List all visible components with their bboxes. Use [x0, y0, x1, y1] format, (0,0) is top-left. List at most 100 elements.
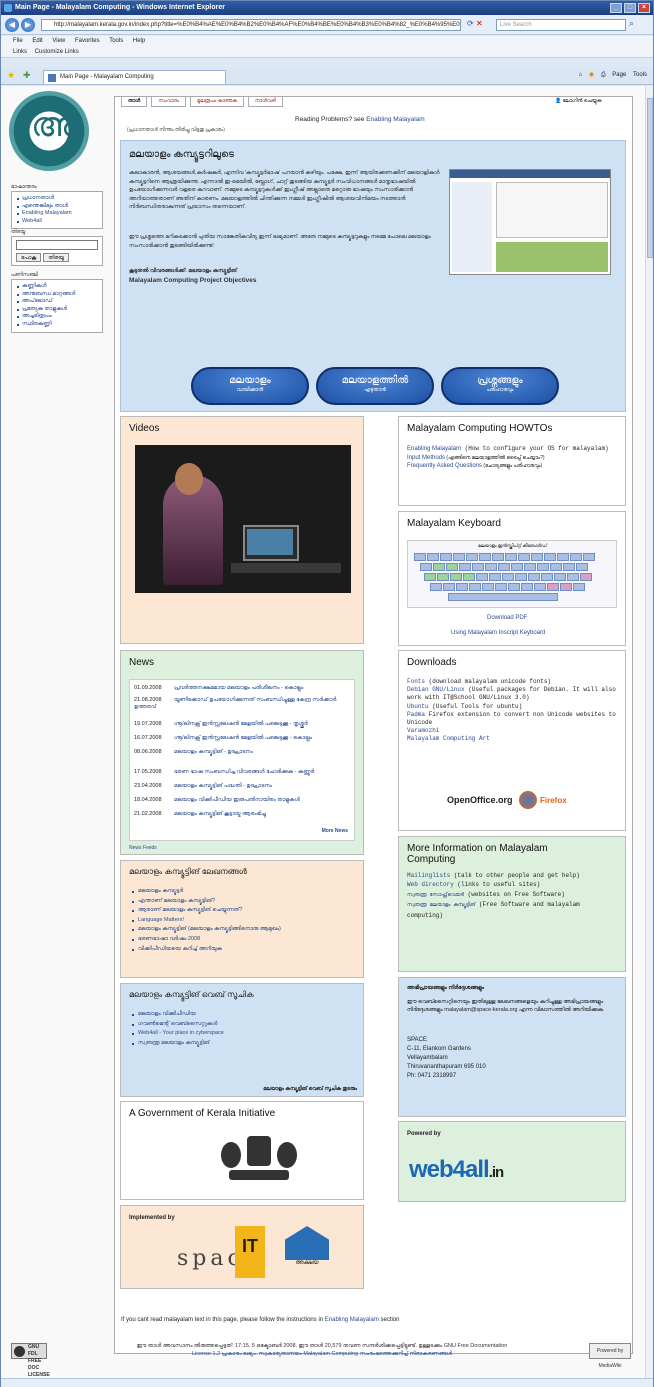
article-link[interactable]: ഭരണഭാഷാ വർഷം 2008 — [129, 935, 281, 945]
toolbox-item[interactable]: കണ്ണികൾ — [16, 283, 98, 291]
news-item[interactable]: 21.08.2008 യൂണിക്കോഡ് ഉപയോഗിക്കുന്നത് സംബ… — [134, 697, 348, 711]
menu-favorites[interactable]: Favorites — [75, 38, 100, 44]
minimize-button[interactable]: _ — [610, 3, 622, 13]
tools-menu[interactable]: Tools — [633, 72, 647, 78]
menu-tools[interactable]: Tools — [109, 38, 123, 44]
article-link[interactable]: മലയാളം കമ്പ്യൂട്ടിങ് (മലയാളം കമ്പ്യൂട്ടി… — [129, 925, 281, 935]
tab-discussion[interactable]: സംവാദം — [151, 97, 186, 107]
news-item[interactable]: 08.06.2008 മലയാളം കമ്പ്യൂട്ടിങ് - ഉദ്ഘാടന… — [134, 749, 348, 756]
bottom-enabling-link[interactable]: Enabling Malayalam — [325, 1317, 379, 1323]
fonts-link[interactable]: Fonts — [407, 678, 425, 685]
openoffice-logo[interactable]: OpenOffice.org — [447, 795, 513, 805]
search-button[interactable]: തിരയൂ — [43, 253, 70, 262]
tab-page[interactable]: താൾ — [121, 97, 148, 107]
kerala-it-logo[interactable]: IT — [235, 1226, 265, 1278]
add-favorite-icon[interactable]: ✚ — [23, 70, 31, 81]
search-icon[interactable]: ⌕ — [629, 18, 634, 29]
using-keyboard-link[interactable]: Using Malayalam Inscript Keyboard — [451, 630, 545, 636]
back-button[interactable]: ◀ — [5, 18, 19, 32]
site-logo[interactable]: അ — [9, 91, 89, 171]
computing-art-link[interactable]: Malayalam Computing Art — [407, 735, 490, 742]
padma-link[interactable]: Padma — [407, 711, 425, 718]
ubuntu-link[interactable]: Ubuntu — [407, 703, 429, 710]
sidebar-item-main-page[interactable]: പ്രധാനതാൾ — [16, 195, 98, 203]
close-button[interactable]: × — [638, 3, 650, 13]
howto-faq-link[interactable]: Frequently Asked Questions — [407, 463, 482, 469]
mailinglists-link[interactable]: Mailinglists — [407, 872, 450, 879]
maximize-button[interactable]: □ — [624, 3, 636, 13]
sidebar-item-enabling-malayalam[interactable]: Enabling Malayalam — [16, 210, 98, 218]
news-feeds-link[interactable]: News Feeds — [129, 845, 157, 851]
news-item[interactable]: 23.04.2008 മലയാളം കമ്പ്യൂട്ടിങ് പദ്ധതി - … — [134, 783, 348, 790]
read-malayalam-button[interactable]: മലയാളം വായിക്കാൻ — [191, 367, 309, 405]
download-pdf-link[interactable]: Download PDF — [487, 615, 527, 621]
scrollbar-thumb[interactable] — [647, 98, 653, 258]
webdir-link[interactable]: മലയാളം വിക്കിപീഡിയ — [129, 1010, 224, 1020]
feeds-icon[interactable]: ◉ — [589, 72, 594, 78]
government-title: A Government of Kerala Initiative — [129, 1108, 276, 1119]
gnu-fdl-badge[interactable]: GNU FDL FREE DOC LICENSE — [11, 1343, 50, 1378]
varamozhi-link[interactable]: Varamozhi — [407, 727, 439, 734]
article-link[interactable]: എന്താണ് മലയാളം കമ്പ്യൂട്ടിങ്? — [129, 897, 281, 907]
url-input[interactable]: http://malayalam.kerala.gov.in/index.php… — [41, 19, 461, 31]
print-icon[interactable]: ⎙ — [601, 72, 606, 78]
howto-enabling-link[interactable]: Enabling Malayalam — [407, 446, 461, 452]
refresh-stop-icons[interactable]: ⟳ ✕ — [467, 19, 483, 28]
webdir-link[interactable]: സ്വതന്ത്ര മലയാളം കമ്പ്യൂട്ടിങ് — [129, 1039, 224, 1049]
search-input[interactable]: Live Search — [496, 19, 626, 31]
webdir-link[interactable]: Web4all - Your place in cyberspace — [129, 1029, 224, 1039]
sidebar-item-random[interactable]: എന്തെങ്കിലും താൾ — [16, 203, 98, 211]
favorites-star-icon[interactable]: ★ — [7, 70, 15, 81]
firefox-logo[interactable]: Firefox — [540, 796, 567, 805]
free-software-link[interactable]: സ്വതന്ത്ര സോഫ്റ്റ്‌വെയർ — [407, 892, 464, 898]
write-malayalam-button[interactable]: മലയാളത്തിൽ എഴുതാൻ — [316, 367, 434, 405]
video-player[interactable] — [135, 445, 351, 593]
home-icon[interactable]: ⌂ — [579, 72, 583, 78]
news-title-text: മലയാളം കമ്പ്യൂട്ടിങ് - ഉദ്ഘാടനം — [174, 749, 253, 755]
tab-history[interactable]: നാൾവഴി — [247, 97, 283, 107]
article-link[interactable]: ആരാണ് മലയാളം കമ്പ്യൂട്ടിങ് ചെയ്യുന്നത്? — [129, 906, 281, 916]
news-item[interactable]: 19.07.2008 ഗ്നൂ/ലിനക്സ് ഇൻസ്റ്റലേഷൻ മേളയി… — [134, 721, 348, 728]
news-item[interactable]: 21.02.2008 മലയാളം കമ്പ്യൂട്ടിങ് കൂട്ടായ്മ… — [134, 811, 348, 818]
web-directory-link[interactable]: Web directory — [407, 881, 454, 888]
webdir-more[interactable]: മലയാളം കമ്പ്യൂട്ടിങ് വെബ് സൂചിക തുടരും — [263, 1086, 357, 1092]
menu-file[interactable]: File — [13, 38, 23, 44]
forward-button[interactable]: ▶ — [21, 18, 35, 32]
article-link[interactable]: Language Matters! — [129, 916, 281, 926]
project-objectives-link[interactable]: Malayalam Computing Project Objectives — [129, 277, 257, 286]
vertical-scrollbar[interactable] — [645, 86, 653, 1378]
problems-solutions-button[interactable]: പ്രശ്നങ്ങളും പരിഹാരവും — [441, 367, 559, 405]
howto-input-methods-link[interactable]: Input Methods — [407, 455, 445, 461]
customize-links[interactable]: Customize Links — [35, 49, 79, 55]
menu-edit[interactable]: Edit — [32, 38, 42, 44]
article-link[interactable]: വിക്കിപീഡിയയെ കുറിച്ച് അറിയുക — [129, 945, 281, 955]
news-item[interactable]: 01.09.2008 പ്രവർത്തനക്ഷമമായ മലയാളം പരിശീല… — [134, 685, 348, 692]
article-link[interactable]: മലയാളം കമ്പ്യൂട്ടർ — [129, 887, 281, 897]
sidebar-item-web4all[interactable]: Web4all — [16, 218, 98, 226]
sidebar-search-input[interactable] — [16, 240, 98, 250]
news-item[interactable]: 17.05.2008 ഭരണ ഭാഷ സംബന്ധിച്ച വിവരങ്ങൾ ചോ… — [134, 769, 348, 776]
free-malayalam-link[interactable]: സ്വതന്ത്ര മലയാളം കമ്പ്യൂട്ടിങ് — [407, 902, 475, 908]
keyboard-image[interactable]: മലയാളം ഇൻസ്ക്രിപ്റ്റ് കീബോർഡ് — [407, 540, 617, 608]
mediawiki-badge[interactable]: Powered by MediaWiki — [589, 1343, 631, 1369]
enabling-malayalam-link[interactable]: Enabling Malayalam — [366, 116, 425, 123]
toolbox-item[interactable]: സ്ഥിരകണ്ണി — [16, 321, 98, 329]
page-menu[interactable]: Page — [612, 72, 626, 78]
web4all-logo[interactable]: web4all.in — [409, 1156, 504, 1184]
desktop-screenshot[interactable] — [449, 169, 611, 275]
more-news-link[interactable]: More News — [322, 828, 348, 834]
go-button[interactable]: പോകൂ — [16, 253, 42, 262]
menu-view[interactable]: View — [52, 38, 65, 44]
toolbox-item[interactable]: അപ്‌ലോഡ് — [16, 298, 98, 306]
webdir-link[interactable]: ഗവൺമെന്റ് വെബ്സൈറ്റുകൾ — [129, 1020, 224, 1030]
login-link[interactable]: 👤 ലോഗിൻ ചെയ്യുക — [555, 98, 602, 104]
tab-main-page[interactable]: Main Page - Malayalam Computing — [43, 70, 226, 84]
akshaya-logo[interactable]: അക്ഷയ — [277, 1226, 337, 1278]
toolbox-item[interactable]: അച്ചടിരൂപം — [16, 313, 98, 321]
menu-help[interactable]: Help — [133, 38, 145, 44]
debian-link[interactable]: Debian GNU/Linux — [407, 686, 465, 693]
firefox-icon[interactable] — [519, 791, 537, 809]
tab-view-source[interactable]: മൂലരൂപം കാണുക — [189, 97, 244, 107]
news-item[interactable]: 16.07.2008 ഗ്നൂ/ലിനക്സ് ഇൻസ്റ്റലേഷൻ മേളയി… — [134, 735, 348, 742]
news-item[interactable]: 18.04.2008 മലയാളം വിക്കിപീഡിയ ഇരുപതിനായിര… — [134, 797, 348, 804]
